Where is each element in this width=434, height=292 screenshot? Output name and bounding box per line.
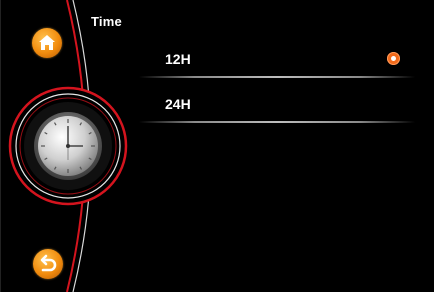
option-12h[interactable]: 12H (139, 38, 415, 78)
option-24h[interactable]: 24H (139, 83, 415, 123)
back-icon (40, 254, 57, 272)
home-button[interactable] (32, 28, 62, 58)
screen: Time 12H 24H (0, 0, 434, 292)
clock-icon (34, 112, 102, 180)
home-icon (39, 35, 55, 50)
divider (139, 121, 415, 123)
divider (139, 76, 415, 78)
option-24h-label: 24H (165, 96, 191, 112)
page-title: Time (91, 14, 122, 29)
side-decoration (8, 0, 128, 292)
option-12h-label: 12H (165, 51, 191, 67)
back-button[interactable] (33, 249, 63, 279)
selected-radio-indicator (387, 52, 400, 65)
